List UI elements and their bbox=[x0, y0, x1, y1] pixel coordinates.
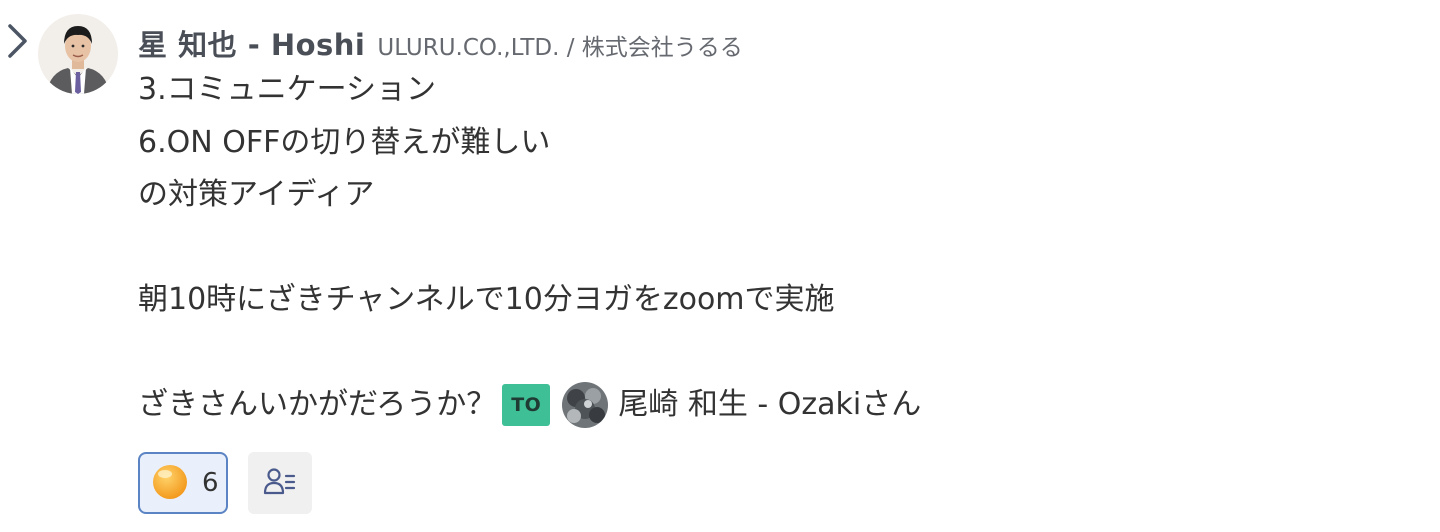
sender-avatar[interactable] bbox=[38, 14, 118, 94]
mention-name[interactable]: 尾崎 和生 - Ozakiさん bbox=[618, 379, 921, 432]
reaction-count: 6 bbox=[202, 467, 219, 498]
body-line bbox=[138, 222, 1418, 275]
mention-prefix-text: ざきさんいかがだろうか？ bbox=[138, 387, 497, 422]
message-content: 星 知也 - Hoshi ULURU.CO.,LTD. / 株式会社うるる 3.… bbox=[138, 18, 1418, 514]
reaction-users-button[interactable] bbox=[248, 451, 312, 514]
chat-message: 星 知也 - Hoshi ULURU.CO.,LTD. / 株式会社うるる 3.… bbox=[0, 0, 1440, 532]
body-line: 6.ON OFFの切り替えが難しい bbox=[138, 124, 551, 160]
sender-organization: ULURU.CO.,LTD. / 株式会社うるる bbox=[377, 35, 743, 61]
body-line: 3.コミュニケーション bbox=[138, 72, 437, 107]
message-header: 星 知也 - Hoshi ULURU.CO.,LTD. / 株式会社うるる bbox=[138, 18, 1418, 64]
reaction-button[interactable]: 6 bbox=[138, 451, 228, 514]
message-body: 3.コミュニケーション 6.ON OFFの切り替えが難しい の対策アイディア 朝… bbox=[138, 64, 1418, 432]
mention-avatar[interactable] bbox=[562, 382, 609, 429]
user-list-icon bbox=[263, 466, 297, 500]
body-line bbox=[138, 327, 1418, 380]
body-line: の対策アイディア bbox=[138, 177, 375, 212]
reactions-bar: 6 bbox=[138, 451, 1418, 514]
mention-line: ざきさんいかがだろうか？ TO 尾崎 和生 - Ozakiさん bbox=[138, 379, 1418, 432]
sender-name[interactable]: 星 知也 - Hoshi bbox=[138, 22, 365, 64]
body-line: 朝10時にざきチャンネルで10分ヨガをzoomで実施 bbox=[138, 282, 835, 317]
chevron-right-icon[interactable] bbox=[4, 22, 30, 60]
to-badge: TO bbox=[502, 384, 551, 427]
smile-face-icon bbox=[150, 461, 190, 505]
